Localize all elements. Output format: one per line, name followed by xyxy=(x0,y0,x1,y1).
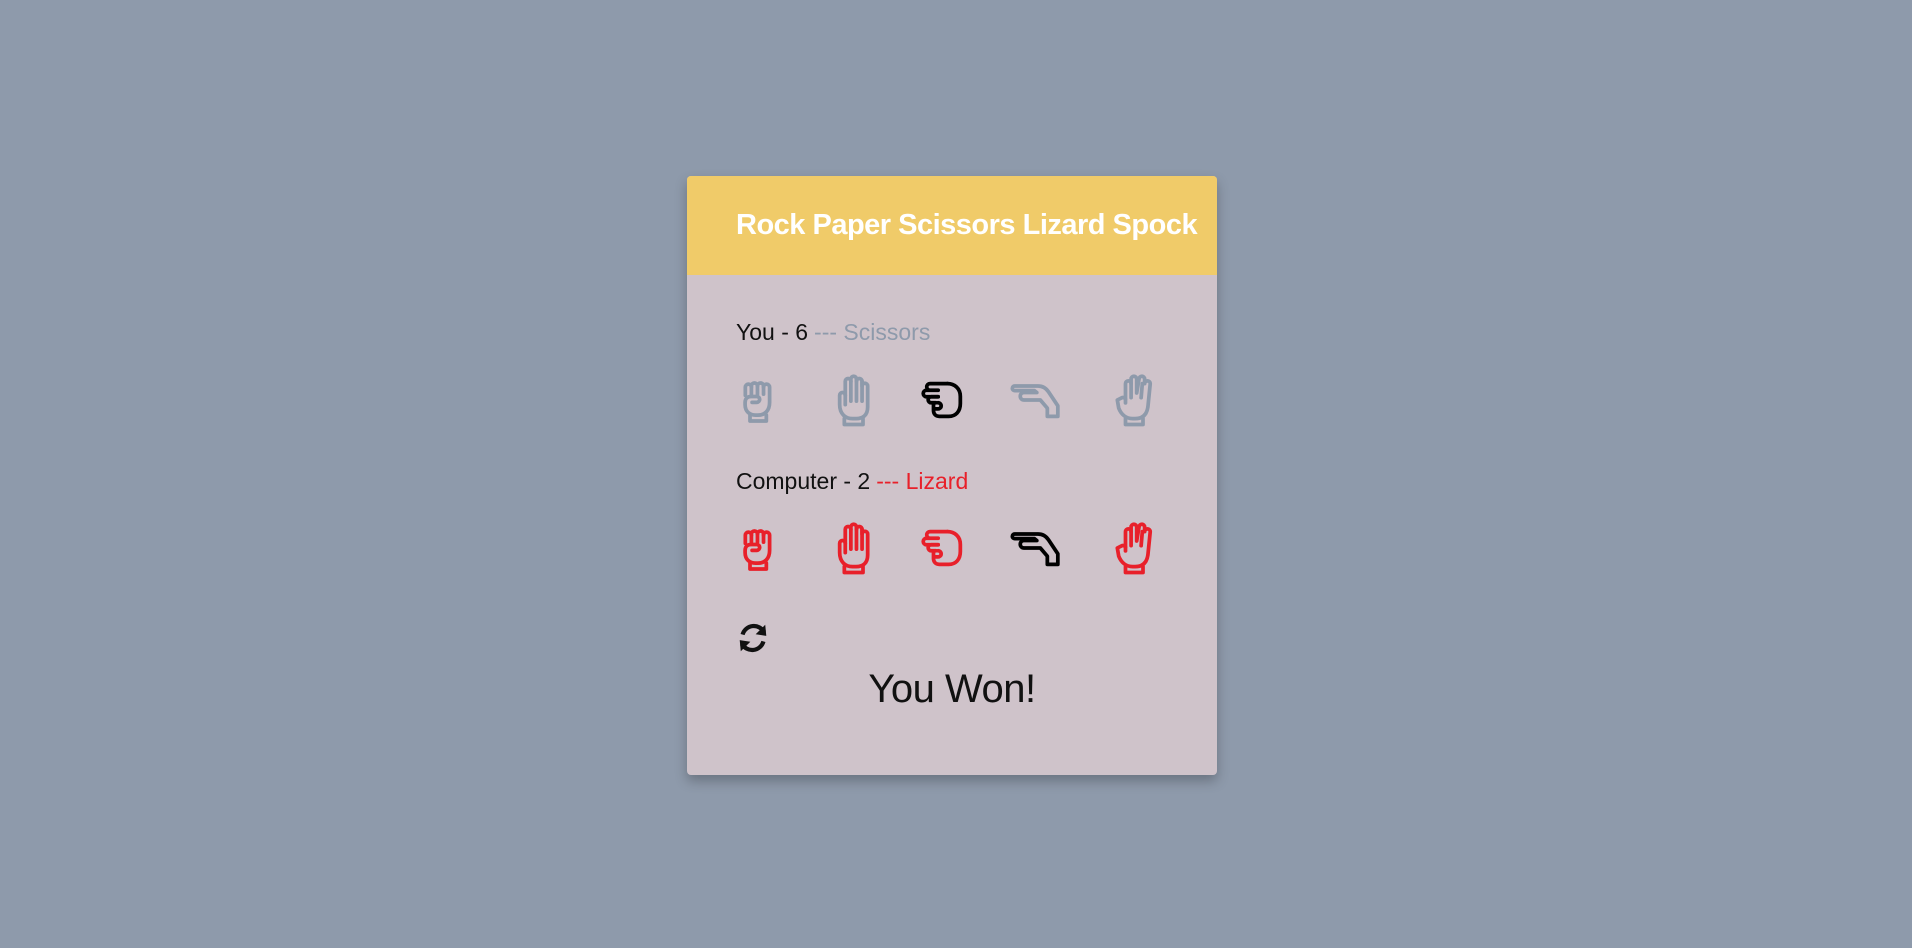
player-scissors-hand-icon[interactable] xyxy=(916,372,972,428)
computer-choice: Lizard xyxy=(905,468,969,494)
computer-score: Computer - 2 xyxy=(736,468,871,494)
computer-lizard-hand-icon xyxy=(1010,520,1066,576)
player-choice: Scissors xyxy=(843,319,931,345)
computer-paper-hand-icon xyxy=(828,520,884,576)
computer-scissors-hand-icon xyxy=(916,520,972,576)
computer-rock-hand-icon xyxy=(736,520,792,576)
player-spock-hand-icon[interactable] xyxy=(1108,372,1164,428)
result-message: You Won! xyxy=(868,667,1036,711)
refresh-icon[interactable] xyxy=(736,621,770,655)
computer-spock-hand-icon xyxy=(1108,520,1164,576)
computer-score-label: Computer - 2 --- Lizard xyxy=(736,468,968,495)
player-lizard-hand-icon[interactable] xyxy=(1010,372,1066,428)
player-paper-hand-icon[interactable] xyxy=(828,372,884,428)
player-score: You - 6 xyxy=(736,319,809,345)
game-card: Rock Paper Scissors Lizard Spock You - 6… xyxy=(687,176,1217,775)
card-header: Rock Paper Scissors Lizard Spock xyxy=(687,176,1217,275)
computer-separator: --- xyxy=(876,468,900,494)
player-rock-hand-icon[interactable] xyxy=(736,372,792,428)
player-score-label: You - 6 --- Scissors xyxy=(736,319,930,346)
game-title: Rock Paper Scissors Lizard Spock xyxy=(736,209,1198,241)
player-separator: --- xyxy=(814,319,838,345)
